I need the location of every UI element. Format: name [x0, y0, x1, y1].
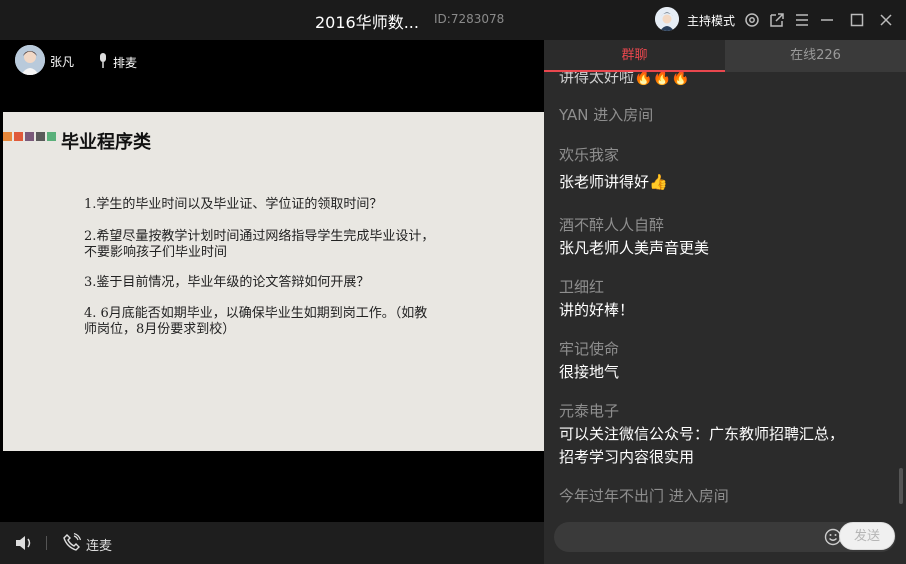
queue-mic-button[interactable]: 排麦 — [113, 54, 137, 71]
chat-message-text: 张老师讲得好👍 — [559, 173, 668, 191]
chat-input[interactable] — [566, 526, 816, 548]
fire-emoji-icon: 🔥🔥🔥 — [634, 72, 691, 86]
control-bar: 连麦 — [0, 522, 544, 564]
chat-username[interactable]: 牢记使命 — [559, 338, 619, 359]
chat-username[interactable]: 酒不醉人人自醉 — [559, 214, 664, 235]
slide-color-bar — [47, 132, 56, 141]
chat-username[interactable]: 元泰电子 — [559, 400, 619, 421]
slide-question: 4. 6月底能否如期毕业，以确保毕业生如期到岗工作。（如教 师岗位，8月份要求到… — [84, 306, 428, 337]
maximize-icon[interactable] — [848, 11, 866, 29]
settings-icon[interactable] — [743, 11, 761, 29]
chat-message-text: 可以关注微信公众号：广东教师招聘汇总， — [559, 425, 845, 443]
chat-tabs: 群聊 在线226 — [544, 40, 906, 72]
window-title: 2016华师数... — [315, 13, 419, 32]
send-button[interactable]: 发送 — [839, 522, 895, 550]
chat-scrollbar[interactable] — [899, 468, 903, 504]
slide-question: 2.希望尽量按教学计划时间通过网络指导学生完成毕业设计， 不要影响孩子们毕业时间 — [84, 229, 435, 260]
presentation-slide: 毕业程序类 1.学生的毕业时间以及毕业证、学位证的领取时间？ 2.希望尽量按教学… — [3, 112, 544, 451]
slide-title: 毕业程序类 — [61, 132, 151, 153]
avatar-image — [15, 45, 45, 75]
title-bar: 2016华师数... ID:7283078 主持模式 — [0, 0, 906, 40]
speaker-icon[interactable] — [14, 533, 34, 553]
avatar-image — [655, 7, 679, 31]
chat-messages[interactable]: 讲得太好啦🔥🔥🔥 YAN 进入房间 欢乐我家 张老师讲得好👍 酒不醉人人自醉 张… — [544, 72, 894, 512]
slide-color-bar — [3, 132, 12, 141]
microphone-icon — [100, 53, 106, 68]
chat-panel: 群聊 在线226 讲得太好啦🔥🔥🔥 YAN 进入房间 欢乐我家 张老师讲得好👍 … — [544, 40, 906, 564]
chat-username[interactable]: 卫细红 — [559, 276, 604, 297]
chat-message-text: 很接地气 — [559, 363, 620, 381]
slide-color-bar — [36, 132, 45, 141]
room-id: ID:7283078 — [434, 12, 505, 26]
menu-icon[interactable] — [793, 11, 811, 29]
slide-decoration-bars — [3, 132, 56, 141]
tab-group-chat[interactable]: 群聊 — [544, 40, 725, 72]
link-mic-button[interactable]: 连麦 — [86, 535, 112, 554]
slide-color-bar — [14, 132, 23, 141]
divider — [46, 536, 47, 550]
chat-message-text: 招考学习内容很实用 — [559, 448, 695, 466]
tab-online[interactable]: 在线226 — [725, 40, 906, 72]
video-stage: 张凡 排麦 毕业程序类 1.学生的毕业时间以及毕业证、学位证的领取时间？ 2.希… — [0, 40, 544, 522]
presenter-avatar[interactable] — [15, 45, 45, 75]
phone-icon[interactable] — [63, 533, 81, 551]
close-icon[interactable] — [877, 11, 895, 29]
share-icon[interactable] — [768, 11, 786, 29]
slide-question: 3.鉴于目前情况，毕业年级的论文答辩如何开展？ — [84, 275, 370, 290]
slide-color-bar — [25, 132, 34, 141]
chat-username[interactable]: 欢乐我家 — [559, 144, 619, 165]
host-mode-label[interactable]: 主持模式 — [687, 12, 735, 29]
slide-question: 1.学生的毕业时间以及毕业证、学位证的领取时间？ — [84, 197, 383, 212]
chat-message-text: 讲的好棒！ — [559, 301, 635, 319]
chat-message-text: 张凡老师人美声音更美 — [559, 239, 710, 257]
system-message: 今年过年不出门 进入房间 — [559, 487, 729, 505]
presenter-name: 张凡 — [50, 55, 75, 69]
minimize-icon[interactable] — [818, 11, 836, 29]
host-avatar[interactable] — [655, 7, 679, 31]
chat-message-text: 讲得太好啦🔥🔥🔥 — [559, 72, 690, 87]
system-message: YAN 进入房间 — [559, 106, 654, 124]
chat-input-bar: 发送 — [554, 522, 896, 552]
